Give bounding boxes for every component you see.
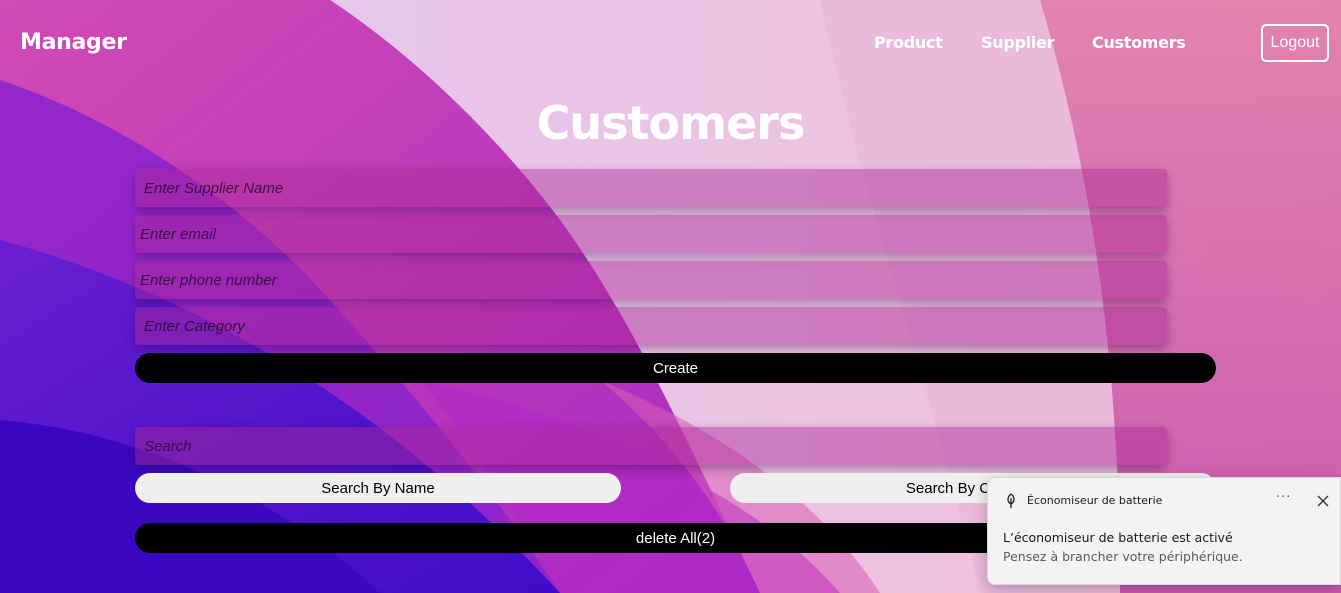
page-title: Customers — [536, 96, 806, 150]
nav-link-product[interactable]: Product — [874, 33, 943, 52]
nav-link-customers[interactable]: Customers — [1092, 33, 1186, 52]
category-placeholder: Enter Category — [144, 317, 245, 335]
battery-saver-notification[interactable]: Économiseur de batterie ··· L’économiseu… — [987, 477, 1341, 585]
search-input[interactable]: Search — [135, 427, 1167, 465]
notification-body: Pensez à brancher votre périphérique. — [1003, 549, 1243, 564]
category-input[interactable]: Enter Category — [135, 307, 1167, 345]
search-placeholder: Search — [144, 437, 192, 455]
phone-input[interactable]: Enter phone number — [135, 261, 1167, 299]
nav-link-supplier[interactable]: Supplier — [981, 33, 1054, 52]
supplier-name-input[interactable]: Enter Supplier Name — [135, 169, 1167, 207]
create-button[interactable]: Create — [135, 353, 1216, 383]
notification-app-name: Économiseur de batterie — [1027, 494, 1163, 507]
more-options-icon[interactable]: ··· — [1276, 490, 1291, 505]
supplier-name-placeholder: Enter Supplier Name — [144, 179, 284, 197]
brand-logo[interactable]: Manager — [20, 30, 127, 55]
email-input[interactable]: Enter email — [135, 215, 1167, 253]
leaf-icon — [1007, 493, 1015, 508]
email-placeholder: Enter email — [140, 225, 216, 243]
navbar: Manager Product Supplier Customers Logou… — [0, 0, 1341, 88]
phone-placeholder: Enter phone number — [140, 271, 277, 289]
notification-heading: L’économiseur de batterie est activé — [1003, 530, 1233, 545]
search-by-name-button[interactable]: Search By Name — [135, 473, 621, 503]
close-icon[interactable] — [1316, 494, 1330, 508]
logout-button[interactable]: Logout — [1261, 24, 1329, 62]
